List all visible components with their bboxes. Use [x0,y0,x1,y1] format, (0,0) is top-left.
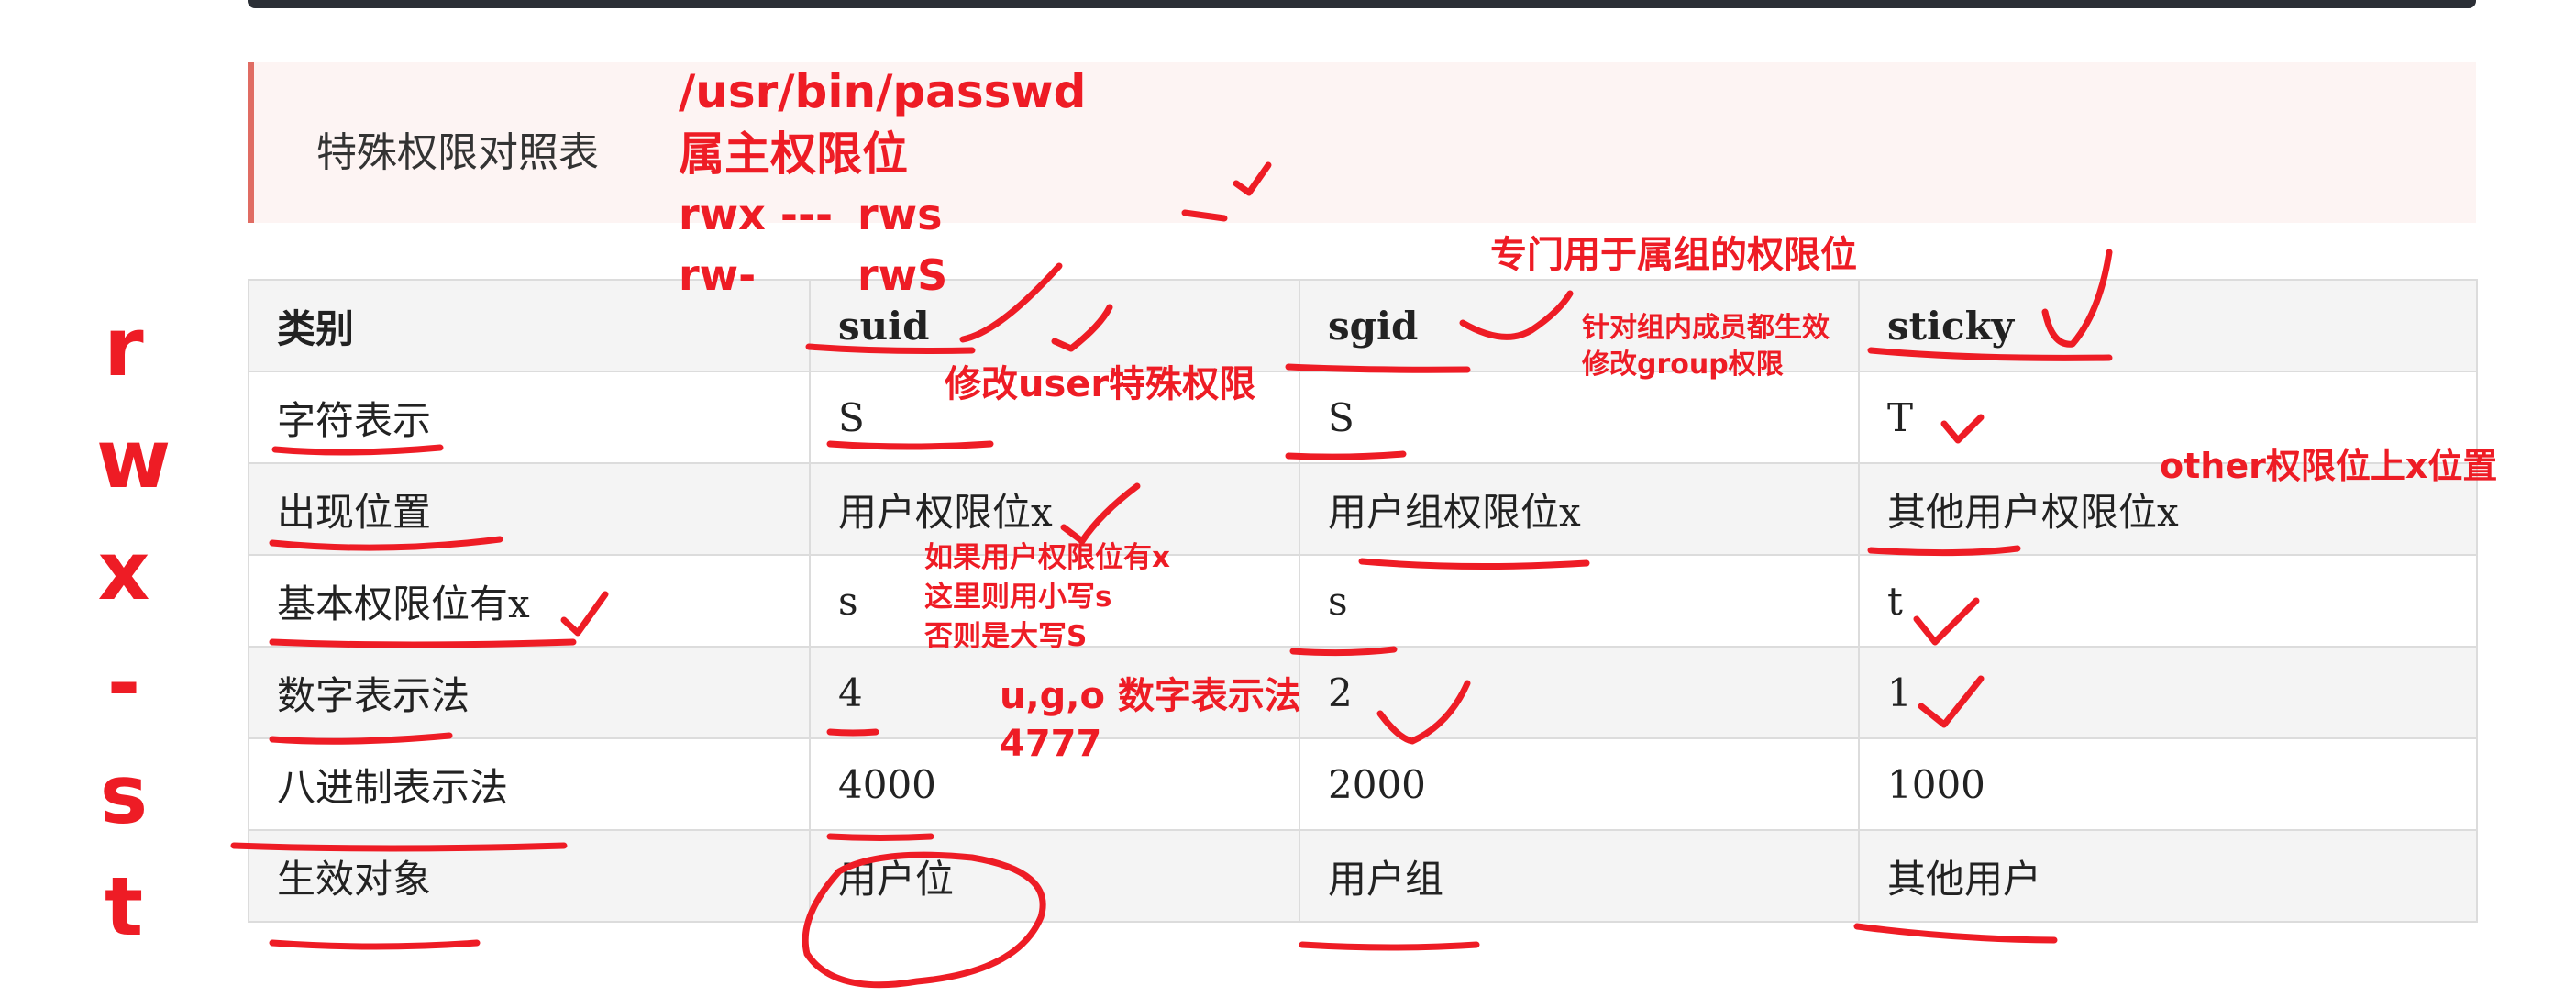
annotation-group-effect-2: 修改group权限 [1582,349,1784,381]
annotation-case-note-1: 如果用户权限位有x [924,541,1170,574]
underline [1853,923,2058,944]
annotation-rws: rws [857,190,943,239]
annotation-case-note-2: 这里则用小写s [924,581,1112,614]
table-cell: 2000 [1299,737,1860,831]
annotation-suid-note: 修改user特殊权限 [945,363,1256,405]
table-cell: 八进制表示法 [248,737,811,831]
annotation-passwd-path: /usr/bin/passwd [679,65,1087,118]
side-letter: w [96,412,171,506]
table-cell: S [1299,371,1860,464]
side-letter: s [99,748,149,842]
table-row: 生效对象 用户位 用户组 其他用户 [248,829,2478,923]
table-cell: 其他用户 [1858,829,2478,923]
underline [1299,941,1480,951]
annotation-rw-line: rw- [679,250,757,300]
side-letter: - [106,636,141,730]
table-cell: 1000 [1858,737,2478,831]
table-row: 数字表示法 4 2 1 [248,646,2478,739]
table-cell: 字符表示 [248,371,811,464]
table-cell: 1 [1858,646,2478,739]
table-cell: 用户组 [1299,829,1860,923]
annotation-rwx-line: rwx --- [679,190,834,239]
top-bar [248,0,2476,8]
table-row: 字符表示 S S T [248,371,2478,464]
table-cell: 生效对象 [248,829,811,923]
special-permissions-table: 类别 suid sgid sticky 字符表示 S S T 出现位置 用户权限… [248,279,2478,923]
annotation-owner-bit: 属主权限位 [679,127,908,181]
side-letter: t [104,859,144,954]
table-cell: t [1858,554,2478,648]
underline [269,939,481,950]
annotation-ugo-note: u,g,o 数字表示法 [1000,675,1301,717]
annotation-group-bit-note: 专门用于属组的权限位 [1490,234,1857,276]
annotation-ugo-example: 4777 [1000,723,1102,765]
table-cell: 数字表示法 [248,646,811,739]
callout-title: 特殊权限对照表 [316,129,599,176]
header-sticky: sticky [1858,279,2478,372]
table-cell: s [1299,554,1860,648]
table-cell: 出现位置 [248,462,811,556]
side-letter: r [104,300,144,394]
table-header-row: 类别 suid sgid sticky [248,279,2478,372]
annotation-other-note: other权限位上x位置 [2160,446,2498,486]
table-cell: 2 [1299,646,1860,739]
side-letter: x [97,524,150,618]
table-cell: 用户组权限位x [1299,462,1860,556]
table-cell: 基本权限位有x [248,554,811,648]
callout-box: 特殊权限对照表 [248,62,2476,223]
table-row: 基本权限位有x s s t [248,554,2478,648]
annotation-case-note-3: 否则是大写S [924,620,1088,653]
annotation-group-effect-1: 针对组内成员都生效 [1582,312,1830,344]
table-row: 八进制表示法 4000 2000 1000 [248,737,2478,831]
table-row: 出现位置 用户权限位x 用户组权限位x 其他用户权限位x [248,462,2478,556]
annotation-rwS: rwS [857,250,948,300]
side-letters: r w x - s t [96,292,171,963]
table-cell: 用户位 [809,829,1300,923]
